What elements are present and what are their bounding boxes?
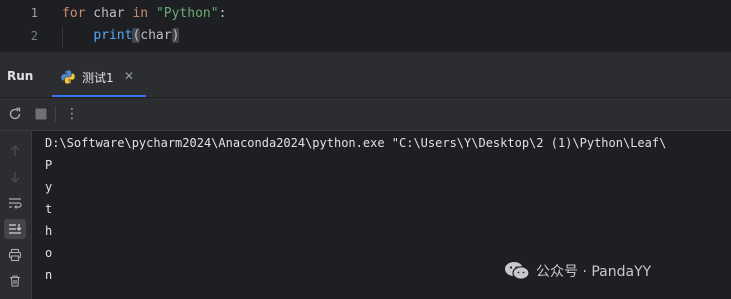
console-command-line: D:\Software\pycharm2024\Anaconda2024\pyt…	[45, 136, 667, 150]
toolbar-divider	[55, 106, 56, 122]
code-editor[interactable]: 1 2 for char in "Python": print(char)	[0, 0, 731, 52]
console-output-line: n	[45, 268, 53, 282]
rerun-button[interactable]	[6, 105, 24, 123]
watermark-text: 公众号 · PandaYY	[536, 264, 652, 280]
arrow-down-icon	[10, 172, 20, 183]
rerun-icon	[9, 107, 21, 120]
console-side-toolbar	[0, 131, 31, 299]
colon: :	[218, 6, 227, 21]
stop-button[interactable]	[32, 105, 50, 123]
previous-occurrence-button[interactable]	[4, 141, 26, 161]
variable-char: char	[85, 6, 133, 21]
clear-all-button[interactable]	[4, 271, 26, 291]
soft-wrap-button[interactable]	[4, 193, 26, 213]
next-occurrence-button[interactable]	[4, 167, 26, 187]
close-paren: )	[171, 28, 180, 43]
line-number-2: 2	[30, 29, 38, 43]
wechat-icon	[505, 262, 530, 280]
run-toolwindow-header: Run 测试1 ✕	[0, 57, 731, 97]
scroll-to-end-icon	[9, 224, 22, 234]
watermark: 公众号 · PandaYY	[504, 260, 651, 282]
console-output-line: P	[45, 158, 53, 172]
line-number-1: 1	[30, 6, 38, 20]
more-vertical-icon: ⋮	[65, 106, 79, 122]
console-output-line: h	[45, 224, 53, 238]
arrow-up-icon	[10, 145, 20, 156]
run-tab[interactable]: 测试1 ✕	[52, 57, 146, 97]
print-button[interactable]	[4, 245, 26, 265]
run-title: Run	[7, 69, 34, 83]
stop-icon	[35, 108, 47, 120]
string-literal: "Python"	[155, 6, 219, 21]
code-line-2[interactable]: print(char)	[62, 28, 180, 43]
more-options-button[interactable]: ⋮	[63, 105, 81, 123]
ide-window: 1 2 for char in "Python": print(char) Ru…	[0, 0, 731, 299]
function-print: print	[93, 28, 133, 43]
scroll-to-end-button[interactable]	[4, 219, 26, 239]
tab-label: 测试1	[82, 71, 114, 85]
run-toolbar: ⋮	[0, 98, 731, 130]
line-gutter: 1 2	[0, 0, 46, 52]
keyword-in: in	[132, 6, 149, 21]
soft-wrap-icon	[9, 198, 22, 209]
close-icon[interactable]: ✕	[124, 69, 134, 83]
print-icon	[8, 248, 22, 262]
console-output-line: y	[45, 180, 53, 194]
python-icon	[60, 69, 76, 85]
trash-icon	[10, 275, 20, 287]
console-output-line: o	[45, 246, 53, 260]
code-line-1[interactable]: for char in "Python":	[62, 6, 226, 21]
argument-char: char	[140, 28, 172, 43]
keyword-for: for	[62, 6, 86, 21]
console-output-line: t	[45, 202, 53, 216]
